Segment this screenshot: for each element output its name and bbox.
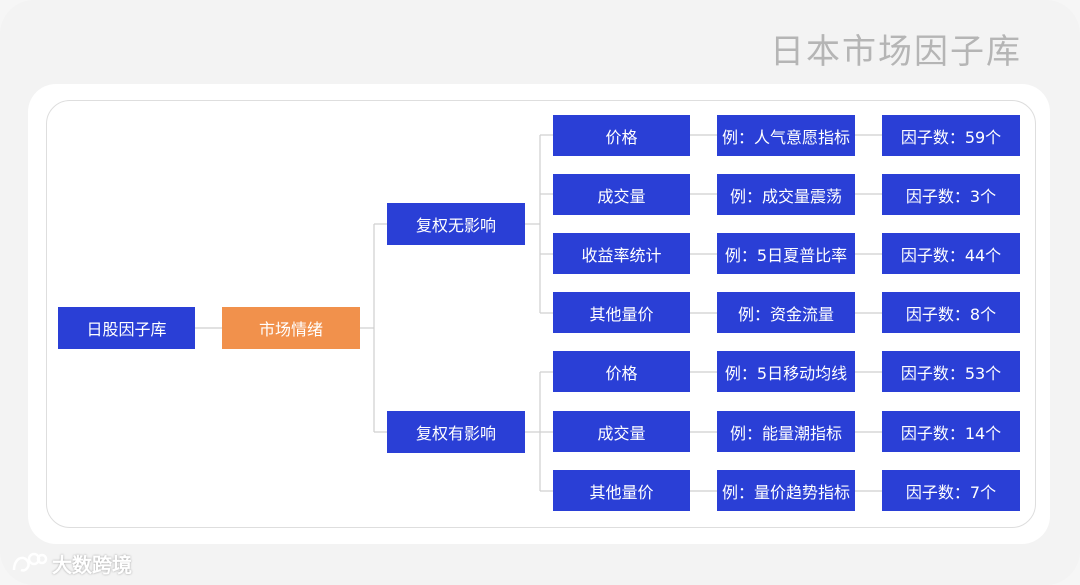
factor-count-node: 因子数：7个 — [882, 470, 1020, 511]
watermark-logo-icon — [12, 552, 48, 572]
example-node: 例：资金流量 — [717, 292, 855, 333]
factor-count-node: 因子数：44个 — [882, 233, 1020, 274]
watermark-text: 大数跨境 — [52, 552, 132, 577]
example-node: 例：5日移动均线 — [717, 351, 855, 392]
example-node: 例：量价趋势指标 — [717, 470, 855, 511]
example-node: 例：能量潮指标 — [717, 411, 855, 452]
category-node: 成交量 — [553, 174, 690, 215]
factor-count-node: 因子数：59个 — [882, 115, 1020, 156]
group-node: 复权无影响 — [387, 203, 525, 245]
factor-count-node: 因子数：3个 — [882, 174, 1020, 215]
category-node: 收益率统计 — [553, 233, 690, 274]
root-node: 日股因子库 — [58, 307, 195, 349]
factor-count-node: 因子数：14个 — [882, 411, 1020, 452]
watermark: 大数跨境 — [10, 548, 132, 578]
example-node: 例：成交量震荡 — [717, 174, 855, 215]
example-node: 例：人气意愿指标 — [717, 115, 855, 156]
example-node: 例：5日夏普比率 — [717, 233, 855, 274]
category-node: 其他量价 — [553, 470, 690, 511]
category-node: 价格 — [553, 115, 690, 156]
market-node: 市场情绪 — [222, 307, 360, 349]
category-node: 其他量价 — [553, 292, 690, 333]
factor-count-node: 因子数：8个 — [882, 292, 1020, 333]
group-node: 复权有影响 — [387, 411, 525, 453]
factor-count-node: 因子数：53个 — [882, 351, 1020, 392]
category-node: 成交量 — [553, 411, 690, 452]
category-node: 价格 — [553, 351, 690, 392]
